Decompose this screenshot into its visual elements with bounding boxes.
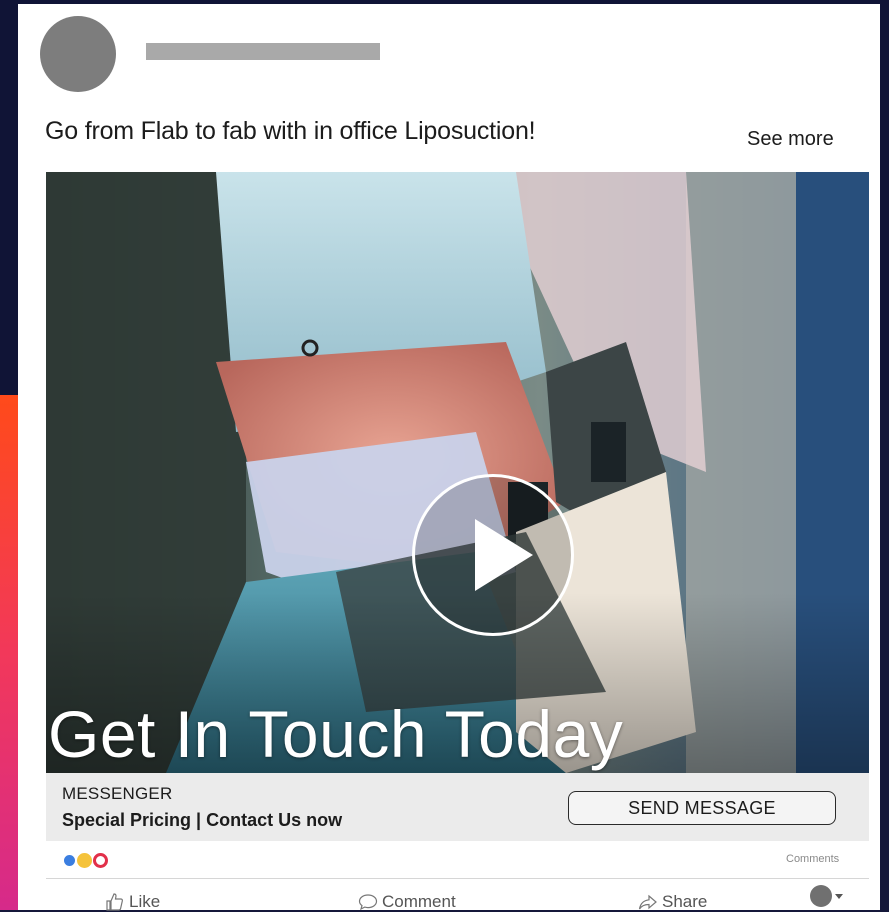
love-reaction-icon [93, 853, 108, 868]
cta-description: Special Pricing | Contact Us now [62, 810, 343, 830]
send-message-button[interactable]: SEND MESSAGE [568, 791, 836, 825]
cta-source-label: MESSENGER [62, 784, 173, 803]
like-reaction-icon [62, 853, 77, 868]
comment-button[interactable]: Comment [358, 892, 456, 912]
page-name-placeholder[interactable] [146, 43, 380, 60]
wow-reaction-icon [77, 853, 92, 868]
avatar[interactable] [40, 16, 116, 92]
comments-count-link[interactable]: Comments [786, 853, 839, 865]
like-button[interactable]: Like [105, 892, 160, 912]
see-more-link[interactable]: See more [747, 128, 834, 151]
account-avatar-icon [810, 885, 832, 907]
thumbs-up-icon [106, 893, 123, 911]
play-button[interactable] [412, 474, 574, 636]
gradient-accent [0, 395, 20, 910]
ad-post-card: Go from Flab to fab with in office Lipos… [18, 4, 880, 912]
caret-down-icon [835, 893, 843, 899]
comment-label: Comment [382, 892, 456, 911]
like-label: Like [129, 892, 161, 911]
comment-icon [358, 894, 378, 911]
play-icon [475, 519, 533, 591]
account-switcher[interactable] [810, 885, 843, 907]
video-thumbnail[interactable] [46, 172, 869, 773]
share-button[interactable]: Share [638, 892, 707, 912]
call-to-action-bar[interactable]: MESSENGER Special Pricing | Contact Us n… [46, 773, 869, 841]
post-text: Go from Flab to fab with in office Lipos… [45, 117, 536, 145]
surgery-scene-image [46, 172, 869, 773]
share-arrow-icon [638, 894, 657, 910]
video-overlay-headline: Get In Touch Today [48, 697, 624, 771]
share-label: Share [662, 892, 708, 911]
action-divider [46, 878, 869, 879]
